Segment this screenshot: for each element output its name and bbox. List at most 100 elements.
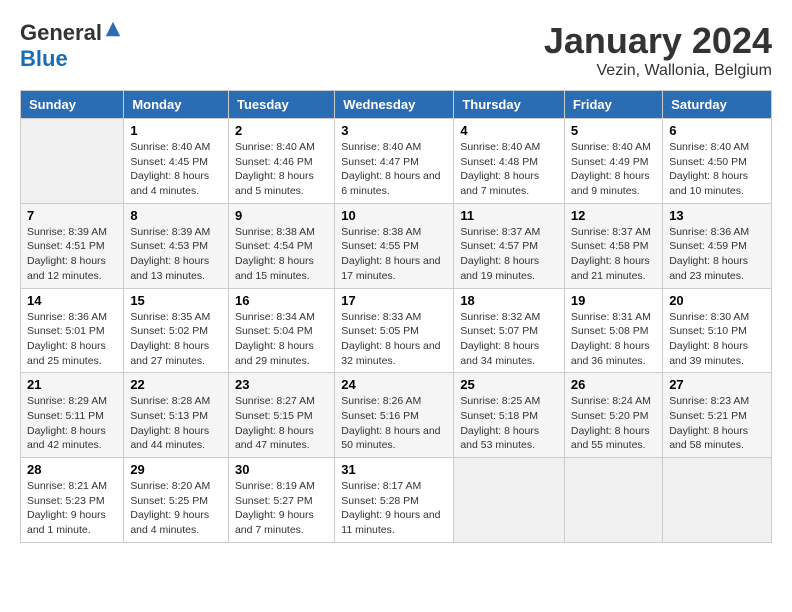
calendar-cell: 19 Sunrise: 8:31 AMSunset: 5:08 PMDayligh… — [564, 288, 662, 373]
month-title: January 2024 — [544, 20, 772, 62]
calendar-cell: 16 Sunrise: 8:34 AMSunset: 5:04 PMDayligh… — [228, 288, 334, 373]
logo: General Blue — [20, 20, 122, 72]
day-number: 21 — [27, 377, 117, 392]
calendar-cell: 21 Sunrise: 8:29 AMSunset: 5:11 PMDayligh… — [21, 373, 124, 458]
day-number: 2 — [235, 123, 328, 138]
day-info: Sunrise: 8:34 AMSunset: 5:04 PMDaylight:… — [235, 310, 328, 369]
day-info: Sunrise: 8:33 AMSunset: 5:05 PMDaylight:… — [341, 310, 447, 369]
calendar-cell: 1 Sunrise: 8:40 AMSunset: 4:45 PMDaylight… — [124, 119, 229, 204]
calendar-cell: 28 Sunrise: 8:21 AMSunset: 5:23 PMDayligh… — [21, 458, 124, 543]
day-number: 23 — [235, 377, 328, 392]
day-info: Sunrise: 8:38 AMSunset: 4:55 PMDaylight:… — [341, 225, 447, 284]
calendar-cell: 13Sunrise: 8:36 AMSunset: 4:59 PMDayligh… — [663, 203, 772, 288]
day-info: Sunrise: 8:21 AMSunset: 5:23 PMDaylight:… — [27, 479, 117, 538]
day-info: Sunrise: 8:29 AMSunset: 5:11 PMDaylight:… — [27, 394, 117, 453]
header-monday: Monday — [124, 91, 229, 119]
day-info: Sunrise: 8:37 AMSunset: 4:57 PMDaylight:… — [460, 225, 558, 284]
day-number: 1 — [130, 123, 222, 138]
day-number: 4 — [460, 123, 558, 138]
calendar-cell: 25 Sunrise: 8:25 AMSunset: 5:18 PMDayligh… — [454, 373, 565, 458]
day-info: Sunrise: 8:27 AMSunset: 5:15 PMDaylight:… — [235, 394, 328, 453]
day-number: 15 — [130, 293, 222, 308]
day-number: 5 — [571, 123, 656, 138]
day-number: 30 — [235, 462, 328, 477]
header-saturday: Saturday — [663, 91, 772, 119]
day-number: 13 — [669, 208, 765, 223]
calendar-cell — [564, 458, 662, 543]
day-info: Sunrise: 8:32 AMSunset: 5:07 PMDaylight:… — [460, 310, 558, 369]
day-info: Sunrise: 8:40 AMSunset: 4:48 PMDaylight:… — [460, 140, 558, 199]
page-header: General Blue January 2024 Vezin, Walloni… — [20, 20, 772, 80]
calendar-cell: 20 Sunrise: 8:30 AMSunset: 5:10 PMDayligh… — [663, 288, 772, 373]
day-info: Sunrise: 8:17 AMSunset: 5:28 PMDaylight:… — [341, 479, 447, 538]
calendar-cell: 15Sunrise: 8:35 AMSunset: 5:02 PMDayligh… — [124, 288, 229, 373]
calendar-cell: 14 Sunrise: 8:36 AMSunset: 5:01 PMDayligh… — [21, 288, 124, 373]
day-info: Sunrise: 8:20 AMSunset: 5:25 PMDaylight:… — [130, 479, 222, 538]
day-info: Sunrise: 8:23 AMSunset: 5:21 PMDaylight:… — [669, 394, 765, 453]
day-info: Sunrise: 8:26 AMSunset: 5:16 PMDaylight:… — [341, 394, 447, 453]
week-row-5: 28 Sunrise: 8:21 AMSunset: 5:23 PMDayligh… — [21, 458, 772, 543]
day-number: 17 — [341, 293, 447, 308]
day-number: 10 — [341, 208, 447, 223]
day-info: Sunrise: 8:40 AMSunset: 4:49 PMDaylight:… — [571, 140, 656, 199]
day-info: Sunrise: 8:39 AMSunset: 4:53 PMDaylight:… — [130, 225, 222, 284]
day-info: Sunrise: 8:39 AMSunset: 4:51 PMDaylight:… — [27, 225, 117, 284]
header-friday: Friday — [564, 91, 662, 119]
day-number: 24 — [341, 377, 447, 392]
calendar-cell: 7Sunrise: 8:39 AMSunset: 4:51 PMDaylight… — [21, 203, 124, 288]
day-number: 3 — [341, 123, 447, 138]
calendar-cell: 6Sunrise: 8:40 AMSunset: 4:50 PMDaylight… — [663, 119, 772, 204]
calendar-cell — [663, 458, 772, 543]
day-number: 27 — [669, 377, 765, 392]
calendar-cell: 23 Sunrise: 8:27 AMSunset: 5:15 PMDayligh… — [228, 373, 334, 458]
day-number: 25 — [460, 377, 558, 392]
day-info: Sunrise: 8:36 AMSunset: 5:01 PMDaylight:… — [27, 310, 117, 369]
day-number: 19 — [571, 293, 656, 308]
day-info: Sunrise: 8:31 AMSunset: 5:08 PMDaylight:… — [571, 310, 656, 369]
logo-general-text: General — [20, 20, 102, 46]
day-info: Sunrise: 8:25 AMSunset: 5:18 PMDaylight:… — [460, 394, 558, 453]
day-info: Sunrise: 8:40 AMSunset: 4:45 PMDaylight:… — [130, 140, 222, 199]
title-section: January 2024 Vezin, Wallonia, Belgium — [544, 20, 772, 80]
day-number: 29 — [130, 462, 222, 477]
calendar-cell: 30 Sunrise: 8:19 AMSunset: 5:27 PMDayligh… — [228, 458, 334, 543]
day-number: 14 — [27, 293, 117, 308]
header-thursday: Thursday — [454, 91, 565, 119]
calendar-cell — [21, 119, 124, 204]
logo-icon — [104, 20, 122, 38]
day-number: 31 — [341, 462, 447, 477]
calendar-cell: 10 Sunrise: 8:38 AMSunset: 4:55 PMDayligh… — [335, 203, 454, 288]
logo-blue-text: Blue — [20, 46, 68, 72]
calendar-cell: 29 Sunrise: 8:20 AMSunset: 5:25 PMDayligh… — [124, 458, 229, 543]
calendar-cell: 26Sunrise: 8:24 AMSunset: 5:20 PMDayligh… — [564, 373, 662, 458]
calendar-cell: 9Sunrise: 8:38 AMSunset: 4:54 PMDaylight… — [228, 203, 334, 288]
calendar-header-row: SundayMondayTuesdayWednesdayThursdayFrid… — [21, 91, 772, 119]
calendar-cell: 5 Sunrise: 8:40 AMSunset: 4:49 PMDaylight… — [564, 119, 662, 204]
day-info: Sunrise: 8:40 AMSunset: 4:47 PMDaylight:… — [341, 140, 447, 199]
header-wednesday: Wednesday — [335, 91, 454, 119]
calendar-cell: 3 Sunrise: 8:40 AMSunset: 4:47 PMDaylight… — [335, 119, 454, 204]
calendar-cell: 8 Sunrise: 8:39 AMSunset: 4:53 PMDaylight… — [124, 203, 229, 288]
day-info: Sunrise: 8:40 AMSunset: 4:50 PMDaylight:… — [669, 140, 765, 199]
day-number: 8 — [130, 208, 222, 223]
day-info: Sunrise: 8:40 AMSunset: 4:46 PMDaylight:… — [235, 140, 328, 199]
day-info: Sunrise: 8:38 AMSunset: 4:54 PMDaylight:… — [235, 225, 328, 284]
week-row-2: 7Sunrise: 8:39 AMSunset: 4:51 PMDaylight… — [21, 203, 772, 288]
calendar-cell — [454, 458, 565, 543]
calendar-cell: 2 Sunrise: 8:40 AMSunset: 4:46 PMDaylight… — [228, 119, 334, 204]
calendar-table: SundayMondayTuesdayWednesdayThursdayFrid… — [20, 90, 772, 543]
calendar-cell: 4 Sunrise: 8:40 AMSunset: 4:48 PMDaylight… — [454, 119, 565, 204]
day-number: 16 — [235, 293, 328, 308]
header-tuesday: Tuesday — [228, 91, 334, 119]
day-number: 28 — [27, 462, 117, 477]
calendar-cell: 24 Sunrise: 8:26 AMSunset: 5:16 PMDayligh… — [335, 373, 454, 458]
day-info: Sunrise: 8:24 AMSunset: 5:20 PMDaylight:… — [571, 394, 656, 453]
day-number: 20 — [669, 293, 765, 308]
day-info: Sunrise: 8:19 AMSunset: 5:27 PMDaylight:… — [235, 479, 328, 538]
calendar-cell: 12Sunrise: 8:37 AMSunset: 4:58 PMDayligh… — [564, 203, 662, 288]
calendar-cell: 17 Sunrise: 8:33 AMSunset: 5:05 PMDayligh… — [335, 288, 454, 373]
day-number: 22 — [130, 377, 222, 392]
day-info: Sunrise: 8:37 AMSunset: 4:58 PMDaylight:… — [571, 225, 656, 284]
day-info: Sunrise: 8:30 AMSunset: 5:10 PMDaylight:… — [669, 310, 765, 369]
calendar-cell: 22Sunrise: 8:28 AMSunset: 5:13 PMDayligh… — [124, 373, 229, 458]
